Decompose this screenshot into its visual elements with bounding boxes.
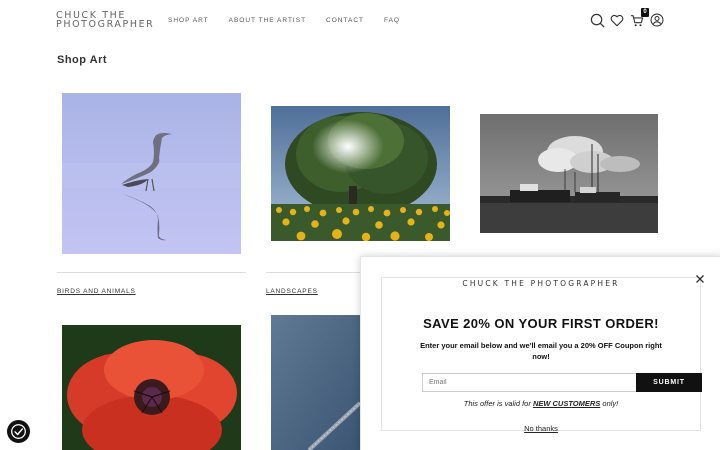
nav-contact[interactable]: CONTACT [326, 17, 364, 24]
nav-about-the-artist[interactable]: ABOUT THE ARTIST [229, 17, 306, 24]
blue-abstract-photo[interactable] [271, 315, 360, 450]
main-nav: SHOP ART ABOUT THE ARTIST CONTACT FAQ [168, 17, 420, 24]
search-icon[interactable] [588, 11, 606, 29]
nav-shop-art[interactable]: SHOP ART [168, 17, 209, 24]
offer-prefix: This offer is valid for [463, 399, 533, 408]
page-title: Shop Art [57, 54, 108, 66]
discount-popup: CHUCK THE PHOTOGRAPHER SAVE 20% ON YOUR … [360, 256, 720, 450]
category-link-birds-and-animals[interactable]: BIRDS AND ANIMALS [57, 288, 136, 295]
popup-subtext: Enter your email below and we'll email y… [420, 341, 662, 361]
popup-signup-form: SUBMIT [422, 373, 702, 392]
offer-highlight: NEW CUSTOMERS [532, 399, 601, 408]
site-header: CHUCK THE PHOTOGRAPHER SHOP ART ABOUT TH… [0, 0, 720, 40]
cart-icon[interactable]: 0 [628, 8, 649, 29]
harbor-boats-photo[interactable] [480, 114, 658, 233]
heron-photo[interactable] [62, 93, 241, 254]
sunflower-tree-photo[interactable] [271, 106, 450, 241]
close-icon[interactable] [695, 271, 705, 283]
popup-brand-text: CHUCK THE PHOTOGRAPHER [454, 279, 628, 288]
submit-button[interactable]: SUBMIT [636, 373, 702, 392]
header-icons: 0 [588, 8, 668, 29]
tile-divider [266, 272, 360, 273]
nav-faq[interactable]: FAQ [384, 17, 400, 24]
offer-suffix: only! [600, 399, 619, 408]
popup-brand: CHUCK THE PHOTOGRAPHER [382, 273, 700, 291]
tile-divider [57, 272, 246, 273]
red-poppy-photo[interactable] [62, 325, 241, 450]
logo-line-2: PHOTOGRAPHER [56, 19, 155, 30]
accessibility-icon[interactable] [7, 420, 30, 443]
heart-icon[interactable] [608, 11, 626, 29]
popup-offer-text: This offer is valid for NEW CUSTOMERS on… [382, 399, 700, 408]
email-field[interactable] [422, 373, 636, 392]
popup-frame: CHUCK THE PHOTOGRAPHER SAVE 20% ON YOUR … [381, 277, 702, 433]
site-logo[interactable]: CHUCK THE PHOTOGRAPHER [56, 11, 155, 30]
category-link-landscapes[interactable]: LANDSCAPES [266, 288, 318, 295]
popup-headline: SAVE 20% ON YOUR FIRST ORDER! [423, 316, 659, 331]
account-icon[interactable] [648, 11, 666, 29]
no-thanks-link[interactable]: No thanks [382, 424, 700, 433]
